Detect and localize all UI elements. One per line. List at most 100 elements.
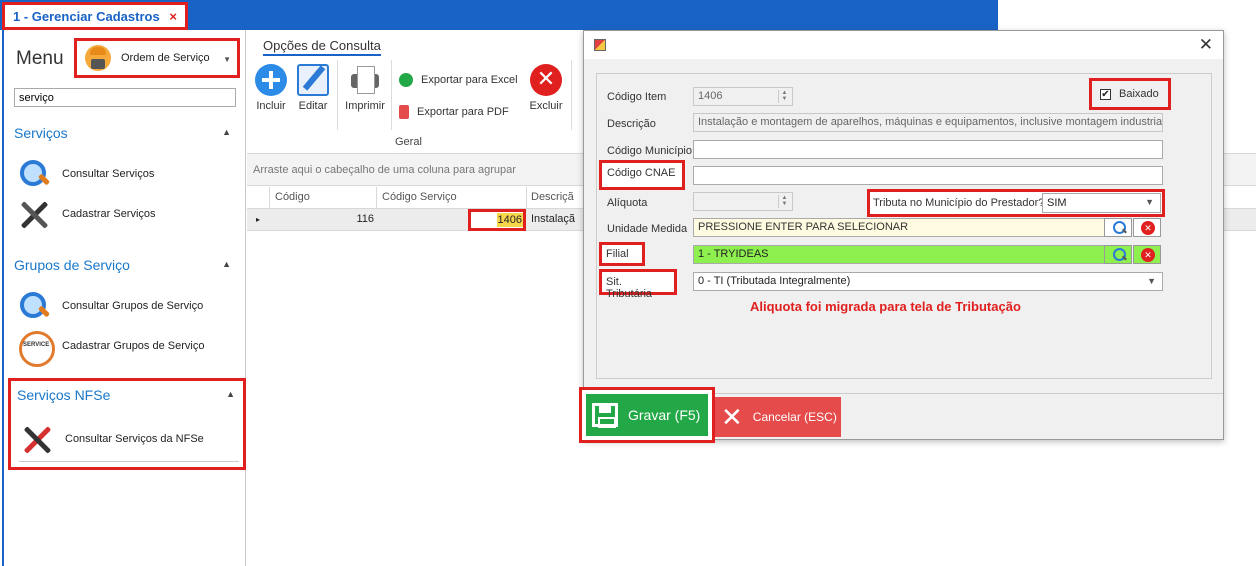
clear-icon: ✕	[1141, 248, 1155, 262]
exportar-excel-button[interactable]: Exportar para Excel	[399, 73, 518, 87]
baixado-checkbox[interactable]: ✔	[1100, 88, 1111, 100]
save-icon	[592, 403, 618, 428]
label-filial: Filial	[599, 242, 645, 266]
section-servicos[interactable]: Serviços	[14, 125, 68, 141]
section-servicos-nfse[interactable]: Serviços NFSe	[17, 387, 110, 403]
imprimir-button[interactable]: Imprimir	[345, 64, 385, 112]
tributa-select[interactable]: SIM ▼	[1042, 193, 1161, 213]
gravar-label: Gravar (F5)	[628, 407, 701, 423]
codigo-municipio-input[interactable]	[693, 140, 1163, 159]
tab-opcoes-consulta[interactable]: Opções de Consulta	[263, 38, 381, 56]
sit-tributaria-select[interactable]: 0 - TI (Tributada Integralmente) ▼	[693, 272, 1163, 291]
label-descricao: Descrição	[607, 118, 656, 130]
tools-icon	[21, 423, 53, 455]
search-icon[interactable]	[1104, 218, 1132, 237]
cell-descricao: Instalaçã	[531, 213, 576, 225]
ribbon-separator	[571, 60, 572, 130]
sit-tributaria-value: 0 - TI (Tributada Integralmente)	[698, 275, 851, 287]
label-codigo-item: Código Item	[607, 91, 667, 103]
service-24-7-icon	[18, 330, 55, 367]
incluir-label: Incluir	[256, 100, 286, 112]
col-separator	[269, 187, 270, 209]
label-codigo-cnae: Código CNAE	[599, 160, 685, 190]
collapse-icon[interactable]: ▲	[222, 259, 231, 269]
clear-filial-button[interactable]: ✕	[1133, 245, 1161, 264]
baixado-checkbox-highlight[interactable]: ✔ Baixado	[1089, 78, 1171, 110]
label-sit-tributaria: Sit. Tributária	[599, 269, 677, 300]
spinner-icon[interactable]: ▲ ▼	[778, 90, 790, 103]
label-tributa: Tributa no Município do Prestador?	[873, 197, 1045, 209]
chevron-down-icon: ▼	[1145, 197, 1154, 207]
ribbon-separator	[337, 60, 338, 130]
incluir-button[interactable]: Incluir	[255, 64, 287, 112]
codigo-item-input[interactable]: 1406 ▲ ▼	[693, 87, 793, 106]
ribbon-group-label: Geral	[395, 136, 422, 148]
menu-item-label: Cadastrar Serviços	[62, 208, 156, 220]
tools-icon	[18, 198, 50, 230]
module-select[interactable]: Ordem de Serviço ▼	[74, 38, 240, 78]
migration-warning: Aliquota foi migrada para tela de Tribut…	[750, 299, 1021, 314]
menu-search-input[interactable]	[14, 88, 236, 107]
clear-unidade-button[interactable]: ✕	[1133, 218, 1161, 237]
exportar-pdf-button[interactable]: Exportar para PDF	[399, 105, 509, 119]
search-icon[interactable]	[1104, 245, 1132, 264]
cancelar-button[interactable]: ✕ Cancelar (ESC)	[715, 397, 841, 437]
divider	[19, 461, 239, 462]
editar-label: Editar	[298, 100, 328, 112]
imprimir-label: Imprimir	[345, 100, 385, 112]
pdf-icon	[399, 105, 409, 119]
editar-button[interactable]: Editar	[297, 64, 329, 112]
col-separator	[376, 187, 377, 209]
menu-item-consultar-nfse[interactable]: Consultar Serviços da NFSe	[21, 423, 204, 455]
col-header-codigo[interactable]: Código	[275, 191, 310, 203]
row-indicator-icon: ▸	[256, 215, 261, 224]
menu-item-cadastrar-grupos[interactable]: Cadastrar Grupos de Serviço	[18, 330, 204, 367]
menu-title: Menu	[16, 48, 64, 69]
magnifier-icon	[18, 158, 50, 190]
tributa-value: SIM	[1047, 197, 1067, 209]
col-header-codigo-servico[interactable]: Código Serviço	[382, 191, 457, 203]
close-icon[interactable]: ×	[169, 9, 177, 24]
excluir-label: Excluir	[529, 100, 563, 112]
cell-codigo-servico-highlight: 1406	[468, 209, 526, 231]
close-icon[interactable]: ✕	[1199, 35, 1213, 55]
app-icon	[594, 39, 606, 51]
top-bar-right	[998, 0, 1256, 30]
col-separator	[526, 187, 527, 209]
col-header-descricao[interactable]: Descriçã	[531, 191, 574, 203]
dialog-titlebar: ✕	[584, 31, 1223, 59]
collapse-icon[interactable]: ▲	[226, 389, 235, 399]
menu-item-cadastrar-servicos[interactable]: Cadastrar Serviços	[18, 198, 156, 230]
label-aliquota: Alíquota	[607, 197, 648, 209]
plus-icon	[255, 64, 287, 96]
menu-item-label: Consultar Serviços da NFSe	[65, 433, 204, 445]
aliquota-input[interactable]: ▲ ▼	[693, 192, 793, 211]
cell-codigo: 116	[356, 213, 374, 225]
codigo-cnae-input[interactable]	[693, 166, 1163, 185]
excluir-button[interactable]: ✕ Excluir	[529, 64, 563, 112]
filial-input[interactable]: 1 - TRYIDEAS	[693, 245, 1105, 264]
menu-item-consultar-grupos[interactable]: Consultar Grupos de Serviço	[18, 290, 203, 322]
spinner-icon[interactable]: ▲ ▼	[778, 195, 790, 208]
codigo-item-value: 1406	[698, 90, 723, 102]
module-select-label: Ordem de Serviço	[121, 52, 210, 64]
descricao-input[interactable]: Instalação e montagem de aparelhos, máqu…	[693, 113, 1163, 132]
tab-gerenciar-cadastros[interactable]: 1 - Gerenciar Cadastros ×	[2, 2, 188, 30]
printer-icon	[349, 64, 381, 96]
collapse-icon[interactable]: ▲	[222, 127, 231, 137]
nfse-section-highlight: Serviços NFSe ▲ Consultar Serviços da NF…	[8, 378, 246, 470]
section-grupos-servico[interactable]: Grupos de Serviço	[14, 257, 130, 273]
pdf-label: Exportar para PDF	[417, 106, 509, 118]
gravar-highlight: Gravar (F5)	[579, 387, 715, 443]
gravar-button[interactable]: Gravar (F5)	[586, 394, 708, 436]
menu-item-label: Consultar Grupos de Serviço	[62, 300, 204, 312]
cancelar-label: Cancelar (ESC)	[752, 410, 837, 424]
menu-item-consultar-servicos[interactable]: Consultar Serviços	[18, 158, 154, 190]
edit-icon	[297, 64, 329, 96]
unidade-medida-input[interactable]: PRESSIONE ENTER PARA SELECIONAR	[693, 218, 1105, 237]
excel-label: Exportar para Excel	[421, 74, 518, 86]
chevron-down-icon: ▼	[223, 55, 231, 64]
magnifier-icon	[18, 290, 50, 322]
menu-item-label: Consultar Serviços	[62, 168, 155, 180]
tab-title: 1 - Gerenciar Cadastros	[13, 8, 160, 24]
